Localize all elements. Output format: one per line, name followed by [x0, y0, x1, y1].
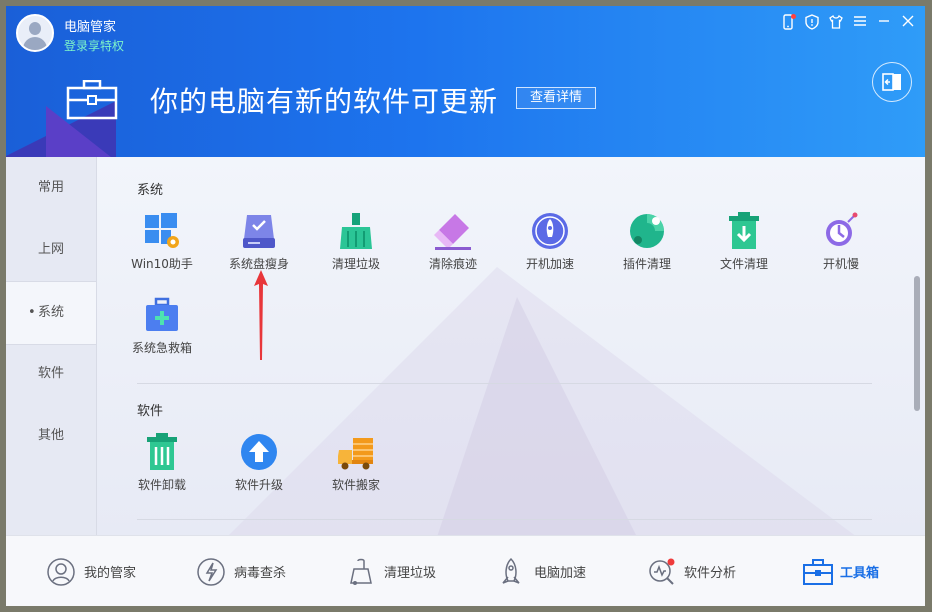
tool-plugin-cleanup[interactable]: 插件清理: [602, 211, 692, 272]
tool-label: 开机慢: [822, 257, 859, 271]
section-title-system: 系统: [137, 183, 164, 198]
bottom-nav: 我的管家 病毒查杀 清理垃圾 电脑加速 软件分析 工具箱: [6, 535, 925, 606]
tool-system-first-aid[interactable]: 系统急救箱: [117, 295, 207, 356]
tool-clean-junk[interactable]: 清理垃圾: [311, 211, 401, 272]
tool-label: 软件卸载: [137, 478, 186, 492]
power-slow-icon: [826, 212, 858, 246]
tool-win10-helper[interactable]: Win10助手: [117, 211, 207, 272]
nav-label: 病毒查杀: [234, 566, 287, 581]
nav-toolbox[interactable]: 工具箱: [802, 536, 879, 606]
category-sidebar: 常用 上网 系统 软件 其他: [6, 157, 97, 535]
menu-icon[interactable]: [851, 14, 869, 32]
nav-software-analysis[interactable]: 软件分析: [646, 536, 736, 606]
nav-label: 电脑加速: [534, 566, 587, 581]
sidebar-item-common[interactable]: 常用: [6, 157, 96, 219]
login-link[interactable]: 登录享特权: [64, 37, 124, 54]
trash-download-icon: [729, 212, 759, 249]
main-window: 电脑管家 登录享特权 你的电脑有新的软件可更新 查看详情 常用 上网 • 系统 …: [6, 6, 925, 606]
tool-clear-traces[interactable]: 清除痕迹: [408, 211, 498, 272]
tool-label: 软件升级: [234, 478, 283, 492]
analysis-icon: [649, 558, 675, 585]
nav-pc-speedup[interactable]: 电脑加速: [496, 536, 586, 606]
tool-boot-speedup[interactable]: 开机加速: [505, 211, 595, 272]
exit-icon: [882, 73, 901, 91]
update-banner-text: 你的电脑有新的软件可更新: [150, 85, 499, 118]
background-mountain: [437, 297, 637, 535]
disk-check-icon: [243, 215, 275, 248]
rocket-icon: [532, 213, 568, 249]
nav-clean-junk[interactable]: 清理垃圾: [346, 536, 436, 606]
nav-virus-scan[interactable]: 病毒查杀: [196, 536, 286, 606]
nav-label: 我的管家: [84, 566, 137, 581]
tool-label: Win10助手: [131, 257, 193, 271]
nav-label: 清理垃圾: [384, 566, 437, 581]
window-controls: [779, 14, 917, 32]
skin-shirt-icon[interactable]: [827, 14, 845, 32]
tool-label: 系统急救箱: [131, 341, 192, 355]
avatar[interactable]: [16, 14, 54, 52]
sidebar-item-other[interactable]: 其他: [6, 405, 96, 467]
tool-label: 插件清理: [622, 257, 671, 271]
section-divider: [137, 519, 872, 520]
nav-label: 工具箱: [840, 566, 880, 581]
phone-icon[interactable]: [779, 14, 797, 32]
sidebar-item-software[interactable]: 软件: [6, 343, 96, 405]
firstaid-box-icon: [146, 297, 178, 331]
nav-label: 软件分析: [684, 566, 737, 581]
section-title-software: 软件: [137, 404, 164, 419]
close-icon[interactable]: [899, 14, 917, 32]
butler-icon: [47, 557, 75, 586]
minimize-icon[interactable]: [875, 14, 893, 32]
virus-scan-icon: [197, 557, 225, 586]
windows-gear-icon: [145, 213, 179, 248]
moving-truck-icon: [338, 438, 373, 470]
broom-icon: [340, 213, 372, 249]
toolbox-icon: [803, 558, 833, 585]
tool-label: 清除痕迹: [428, 257, 477, 271]
annotation-arrow-icon: [254, 270, 268, 360]
tool-software-uninstall[interactable]: 软件卸载: [117, 432, 207, 493]
puzzle-icon: [630, 214, 664, 248]
view-details-button[interactable]: 查看详情: [516, 87, 596, 109]
section-divider: [137, 383, 872, 384]
header-banner: 电脑管家 登录享特权 你的电脑有新的软件可更新 查看详情: [6, 6, 925, 157]
app-title: 电脑管家: [64, 20, 117, 35]
vacuum-icon: [350, 558, 372, 585]
nav-my-butler[interactable]: 我的管家: [46, 536, 136, 606]
tool-file-cleanup[interactable]: 文件清理: [699, 211, 789, 272]
sidebar-item-system[interactable]: 系统: [6, 281, 96, 345]
sidebar-item-internet[interactable]: 上网: [6, 219, 96, 281]
tool-label: 软件搬家: [331, 478, 380, 492]
tool-label: 文件清理: [719, 257, 768, 271]
toolbox-banner-icon: [66, 79, 118, 120]
shield-icon[interactable]: [803, 14, 821, 32]
vertical-scrollbar[interactable]: [914, 276, 920, 411]
tools-panel: 系统 Win10助手 系统盘瘦身 清理垃圾 清除痕迹 开机加速 插件清理 文件清…: [97, 157, 925, 535]
rocket-icon: [502, 557, 520, 584]
eraser-icon: [434, 214, 471, 250]
tool-label: 清理垃圾: [331, 257, 380, 271]
exit-toolbox-button[interactable]: [872, 62, 912, 102]
tool-software-move[interactable]: 软件搬家: [311, 432, 401, 493]
tool-system-disk-slimming[interactable]: 系统盘瘦身: [214, 211, 304, 272]
upgrade-arrow-icon: [241, 434, 277, 470]
tool-slow-boot[interactable]: 开机慢: [796, 211, 886, 272]
trash-icon: [147, 433, 177, 470]
tool-label: 开机加速: [525, 257, 574, 271]
tool-software-upgrade[interactable]: 软件升级: [214, 432, 304, 493]
